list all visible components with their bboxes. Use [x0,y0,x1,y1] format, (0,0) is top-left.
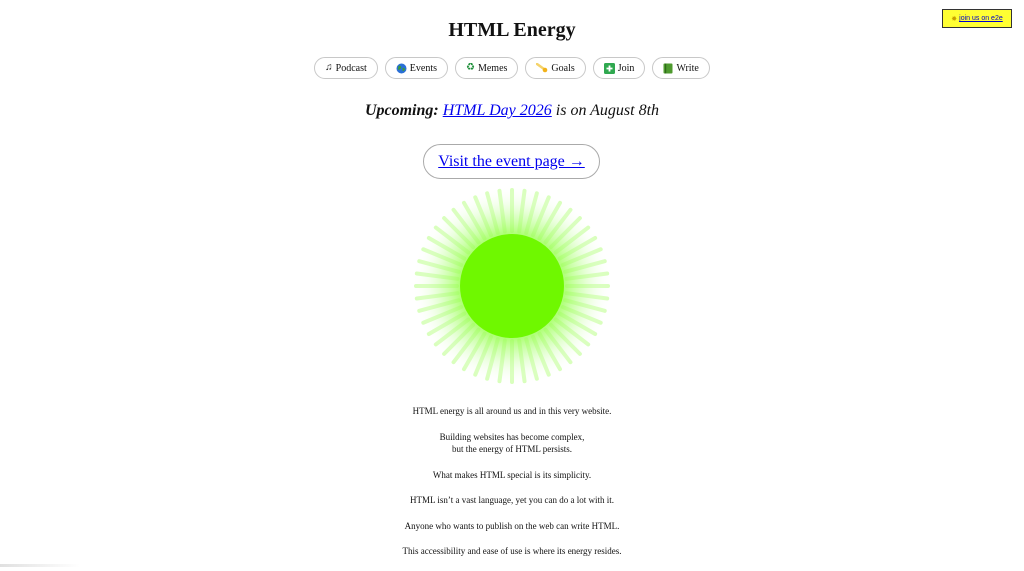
nav-goals-label: Goals [551,62,575,74]
nav-podcast-button[interactable]: ♫ Podcast [314,57,378,79]
nav-podcast-label: Podcast [335,62,367,74]
nav-events-button[interactable]: Events [384,57,448,79]
intro-line: Anyone who wants to publish on the web c… [404,520,620,531]
nav-events-label: Events [409,62,437,74]
sun-core [460,234,564,338]
upcoming-banner: Upcoming: HTML Day 2026 is on August 8th [0,102,1024,120]
nav-write-label: Write [676,62,699,74]
nav-memes-button[interactable]: ♻ Memes [455,57,519,79]
upcoming-prefix: Upcoming: [364,102,439,119]
green-sun-graphic [412,186,612,386]
globe-icon [396,63,407,74]
intro-text: HTML energy is all around us and in this… [0,405,1024,571]
music-note-icon: ♫ [325,62,333,73]
intro-line: HTML energy is all around us and in this… [412,406,612,416]
nav-write-button[interactable]: Write [652,57,710,79]
recycle-icon: ♻ [466,62,475,73]
visit-event-page-button[interactable]: Visit the event page → [423,144,600,179]
page-title: HTML Energy [448,19,576,41]
intro-paragraph-2: Building websites has become complex, bu… [0,431,1024,456]
intro-line: This accessibility and ease of use is wh… [402,546,622,556]
nav-join-label: Join [617,62,635,74]
nav-memes-label: Memes [477,62,508,74]
nav-bar: ♫ Podcast Events ♻ Memes Goals Join Writ… [0,57,1024,79]
intro-line: but the energy of HTML persists. [452,444,572,454]
upcoming-suffix: is on August 8th [555,102,660,119]
nav-goals-button[interactable]: Goals [525,57,586,79]
plus-square-icon [603,62,615,74]
nav-join-button[interactable]: Join [592,57,646,79]
html-day-link[interactable]: HTML Day 2026 [443,102,552,119]
intro-line: HTML isn’t a vast language, yet you can … [410,495,614,505]
comet-icon [536,63,548,73]
green-book-icon [663,63,673,74]
intro-line: What makes HTML special is its simplicit… [432,469,592,480]
intro-line: Building websites has become complex, [439,431,585,442]
